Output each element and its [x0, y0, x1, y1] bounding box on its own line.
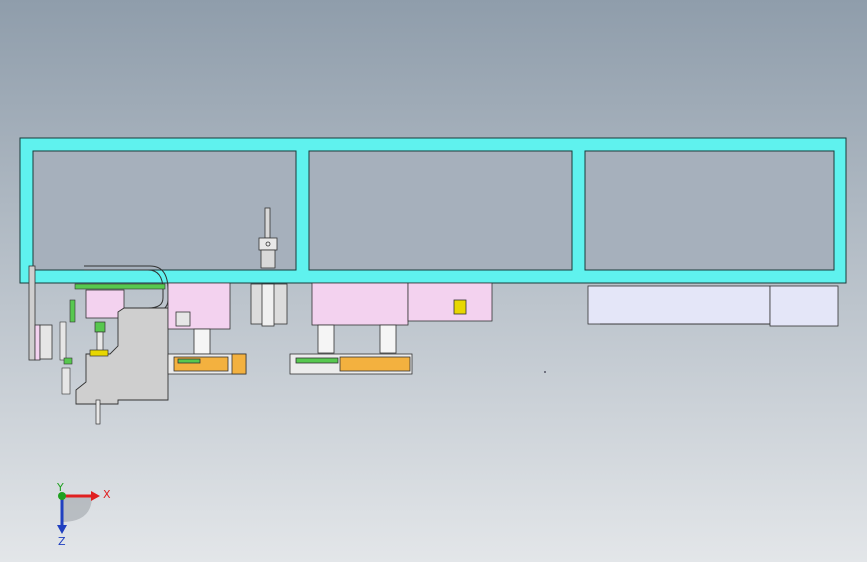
cad-viewport[interactable]: X Y Z [0, 0, 867, 562]
vertical-motor[interactable] [250, 283, 288, 327]
frame-window-3 [584, 150, 835, 271]
linear-actuator-center[interactable] [289, 353, 413, 375]
frame-window-1 [32, 150, 297, 271]
y-axis-label: Y [56, 481, 64, 494]
linear-actuator-left[interactable] [167, 353, 247, 375]
frame-window-2 [308, 150, 573, 271]
small-dot [544, 371, 546, 373]
x-axis-label: X [103, 488, 111, 501]
right-module[interactable] [587, 285, 839, 327]
cad-drawing: X Y Z [0, 0, 867, 562]
frame-assembly[interactable] [19, 137, 847, 284]
z-axis-label: Z [58, 535, 66, 548]
pink-block-right[interactable] [407, 282, 493, 322]
green-guide-bar [74, 283, 166, 290]
